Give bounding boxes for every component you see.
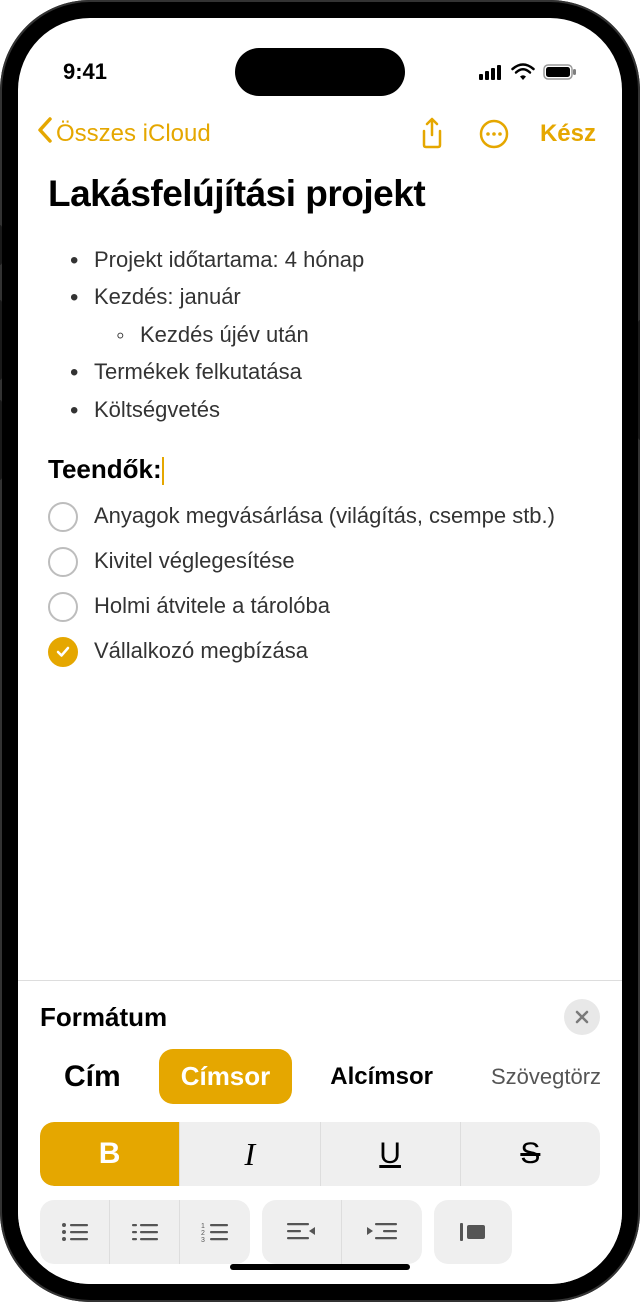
- italic-button[interactable]: I: [180, 1122, 320, 1186]
- section-heading: Teendők:: [48, 454, 164, 485]
- home-indicator[interactable]: [230, 1264, 410, 1270]
- more-button[interactable]: [478, 118, 510, 150]
- bullet-list: Projekt időtartama: 4 hónap Kezdés: janu…: [48, 241, 592, 428]
- checkbox[interactable]: [48, 502, 78, 532]
- style-body-button[interactable]: Szövegtörzs: [471, 1054, 600, 1100]
- done-button[interactable]: Kész: [540, 120, 596, 148]
- paragraph-style-row: Cím Címsor Alcímsor Szövegtörzs: [40, 1049, 600, 1104]
- format-title: Formátum: [40, 1002, 167, 1033]
- checkbox[interactable]: [48, 592, 78, 622]
- style-title-button[interactable]: Cím: [44, 1050, 141, 1104]
- battery-icon: [543, 64, 577, 80]
- svg-text:2: 2: [201, 1230, 205, 1237]
- numbered-list-button[interactable]: 123: [180, 1200, 250, 1264]
- dashed-list-button[interactable]: [110, 1200, 180, 1264]
- bullet-item: Költségvetés: [70, 391, 592, 428]
- share-button[interactable]: [416, 118, 448, 150]
- bulleted-list-button[interactable]: [40, 1200, 110, 1264]
- outdent-button[interactable]: [262, 1200, 342, 1264]
- list-row: 123: [40, 1200, 600, 1264]
- indent-button[interactable]: [342, 1200, 422, 1264]
- block-quote-button[interactable]: [434, 1200, 512, 1264]
- svg-text:3: 3: [201, 1237, 205, 1244]
- checklist-item: Anyagok megvásárlása (világítás, csempe …: [48, 501, 592, 532]
- text-cursor: [162, 457, 164, 485]
- underline-button[interactable]: U: [321, 1122, 461, 1186]
- checklist-item: Holmi átvitele a tárolóba: [48, 591, 592, 622]
- checkbox-checked[interactable]: [48, 637, 78, 667]
- svg-text:1: 1: [201, 1223, 205, 1230]
- style-heading-button[interactable]: Címsor: [159, 1049, 293, 1104]
- strikethrough-button[interactable]: S: [461, 1122, 600, 1186]
- dynamic-island: [235, 48, 405, 96]
- checklist-item: Kivitel véglegesítése: [48, 546, 592, 577]
- bullet-subitem: Kezdés újév után: [116, 316, 592, 353]
- checkbox[interactable]: [48, 547, 78, 577]
- style-subheading-button[interactable]: Alcímsor: [310, 1053, 453, 1101]
- checklist: Anyagok megvásárlása (világítás, csempe …: [48, 501, 592, 667]
- wifi-icon: [511, 63, 535, 81]
- status-time: 9:41: [63, 59, 107, 85]
- note-content[interactable]: Lakásfelújítási projekt Projekt időtarta…: [18, 161, 622, 980]
- bullet-item: Kezdés: január Kezdés újév után: [70, 278, 592, 353]
- chevron-left-icon: [36, 116, 54, 151]
- bold-button[interactable]: B: [40, 1122, 180, 1186]
- checklist-item: Vállalkozó megbízása: [48, 636, 592, 667]
- format-panel: Formátum Cím Címsor Alcímsor Szövegtörzs…: [18, 980, 622, 1284]
- bullet-item: Projekt időtartama: 4 hónap: [70, 241, 592, 278]
- note-title: Lakásfelújítási projekt: [48, 173, 592, 215]
- close-button[interactable]: [564, 999, 600, 1035]
- bullet-item: Termékek felkutatása: [70, 353, 592, 390]
- text-style-row: B I U S: [40, 1122, 600, 1186]
- nav-bar: Összes iCloud Kész: [18, 98, 622, 161]
- cellular-icon: [479, 64, 503, 80]
- back-label: Összes iCloud: [56, 120, 211, 148]
- back-button[interactable]: Összes iCloud: [36, 116, 211, 151]
